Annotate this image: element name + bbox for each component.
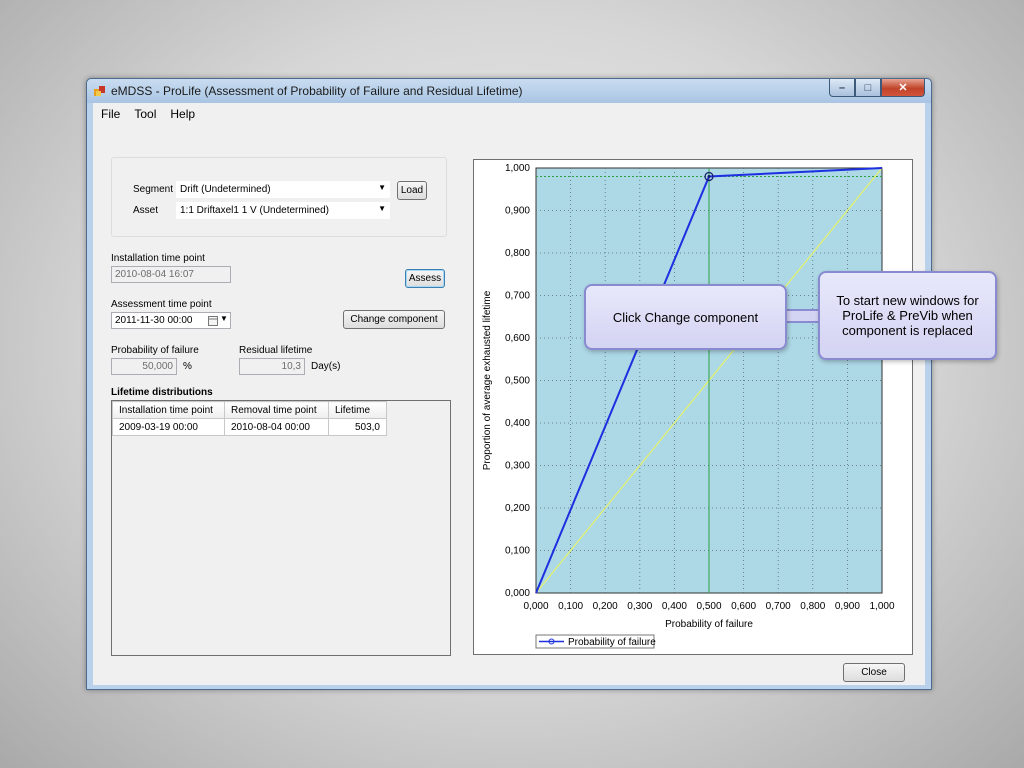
y-tick-label: 0,800 (505, 248, 530, 259)
maximize-button[interactable]: □ (855, 79, 881, 97)
x-tick-label: 0,800 (800, 601, 825, 612)
y-tick-label: 0,400 (505, 418, 530, 429)
y-tick-label: 0,700 (505, 291, 530, 302)
close-button[interactable]: Close (843, 663, 905, 682)
column-header[interactable]: Installation time point (112, 401, 225, 419)
menu-file[interactable]: File (101, 107, 120, 121)
segment-value: Drift (Undetermined) (180, 184, 271, 195)
window-title: eMDSS - ProLife (Assessment of Probabili… (111, 84, 523, 98)
client-area: Segment Drift (Undetermined) ▼ Load Asse… (93, 125, 925, 685)
x-tick-label: 0,700 (766, 601, 791, 612)
table-cell[interactable]: 503,0 (328, 418, 387, 436)
title-bar[interactable]: eMDSS - ProLife (Assessment of Probabili… (87, 79, 931, 103)
assessment-datepicker[interactable]: 2011-11-30 00:00 ▼ (111, 312, 231, 329)
x-tick-label: 0,200 (593, 601, 618, 612)
probability-chart: 0,000 0,100 0,200 0,300 0,400 0,500 0,600 0,700… (482, 163, 895, 649)
x-tick-label: 0,900 (835, 601, 860, 612)
table-cell[interactable]: 2009-03-19 00:00 (112, 418, 225, 436)
segment-combo[interactable]: Drift (Undetermined) ▼ (175, 180, 391, 199)
calendar-icon[interactable] (208, 315, 218, 326)
y-tick-label: 0,000 (505, 588, 530, 599)
asset-label: Asset (133, 205, 159, 216)
column-header[interactable]: Lifetime (328, 401, 387, 419)
chevron-down-icon: ▼ (378, 204, 386, 213)
x-tick-label: 1,000 (869, 601, 894, 612)
menu-bar: File Tool Help (93, 103, 925, 125)
y-tick-label: 0,900 (505, 206, 530, 217)
y-axis-label: Proportion of average exhausted lifetime (482, 290, 493, 470)
y-tick-label: 1,000 (505, 163, 530, 174)
column-header[interactable]: Removal time point (224, 401, 329, 419)
app-icon (94, 86, 105, 96)
lifetime-distributions-title: Lifetime distributions (111, 387, 213, 398)
probability-field: 50,000 (111, 358, 177, 375)
chart-panel: 0,000 0,100 0,200 0,300 0,400 0,500 0,600 0,700… (473, 159, 913, 655)
assessment-value: 2011-11-30 00:00 (115, 315, 193, 326)
menu-tool[interactable]: Tool (134, 107, 156, 121)
residual-label: Residual lifetime (239, 345, 313, 356)
asset-value: 1:1 Driftaxel1 1 V (Undetermined) (180, 205, 329, 216)
y-tick-label: 0,300 (505, 461, 530, 472)
x-tick-label: 0,100 (558, 601, 583, 612)
asset-combo[interactable]: 1:1 Driftaxel1 1 V (Undetermined) ▼ (175, 201, 391, 220)
table-cell[interactable]: 2010-08-04 00:00 (224, 418, 329, 436)
residual-field: 10,3 (239, 358, 305, 375)
chevron-down-icon[interactable]: ▼ (220, 314, 228, 323)
minimize-button[interactable]: – (829, 79, 855, 97)
table-row[interactable]: 2009-03-19 00:00 2010-08-04 00:00 503,0 (112, 418, 387, 436)
legend-entry: Probability of failure (568, 637, 656, 648)
change-component-button[interactable]: Change component (343, 310, 445, 329)
app-window: eMDSS - ProLife (Assessment of Probabili… (86, 78, 932, 690)
x-axis-label: Probability of failure (665, 619, 753, 630)
installation-field[interactable]: 2010-08-04 16:07 (111, 266, 231, 283)
lifetime-grid[interactable]: Installation time point Removal time poi… (111, 400, 451, 656)
y-tick-label: 0,200 (505, 503, 530, 514)
close-window-button[interactable]: ✕ (881, 79, 925, 97)
series-point-center (707, 175, 711, 178)
callout-click-change-component: Click Change component (584, 284, 787, 350)
callout-start-new-windows: To start new windows for ProLife & PreVi… (818, 271, 997, 360)
installation-label: Installation time point (111, 253, 205, 264)
probability-label: Probability of failure (111, 345, 199, 356)
x-tick-label: 0,300 (627, 601, 652, 612)
assessment-label: Assessment time point (111, 299, 212, 310)
x-tick-label: 0,500 (696, 601, 721, 612)
probability-unit: % (183, 361, 192, 372)
chart-legend: Probability of failure (535, 634, 656, 649)
y-tick-label: 0,500 (505, 376, 530, 387)
y-tick-label: 0,100 (505, 546, 530, 557)
y-tick-label: 0,600 (505, 333, 530, 344)
x-tick-label: 0,000 (523, 601, 548, 612)
chevron-down-icon: ▼ (378, 183, 386, 192)
assess-button[interactable]: Assess (405, 269, 445, 288)
residual-unit: Day(s) (311, 361, 341, 372)
x-tick-label: 0,600 (731, 601, 756, 612)
x-tick-label: 0,400 (662, 601, 687, 612)
callout-connector (786, 309, 820, 323)
load-button[interactable]: Load (397, 181, 427, 200)
segment-label: Segment (133, 184, 174, 195)
menu-help[interactable]: Help (170, 107, 195, 121)
lifetime-table: Installation time point Removal time poi… (112, 401, 387, 436)
